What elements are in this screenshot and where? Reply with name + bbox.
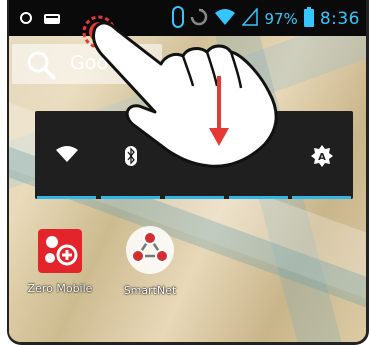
auto-brightness-icon: A: [310, 145, 333, 171]
hand-pointer-icon: [91, 21, 278, 168]
app-label: SmartNet: [123, 284, 177, 297]
svg-text:A: A: [318, 152, 326, 163]
app-label: Zero Mobile: [27, 282, 93, 295]
message-icon: [43, 10, 61, 29]
app-smartnet[interactable]: SmartNet: [111, 224, 189, 297]
smartnet-icon: [124, 226, 176, 280]
qs-tile-indicator: [37, 196, 96, 199]
status-clock: 8:36: [319, 9, 360, 29]
notification-circle-icon: [19, 10, 33, 29]
zero-mobile-icon: [37, 229, 83, 278]
search-icon: [26, 50, 56, 84]
battery-icon: [303, 7, 314, 31]
qs-tile-indicator: [292, 196, 351, 199]
qs-tile-indicator: [229, 196, 288, 199]
phone-frame: 97% 8:36 Goo A Zero Mobile SmartNet: [7, 0, 369, 345]
qs-tile-indicator: [165, 196, 224, 199]
qs-tile-indicator: [101, 196, 160, 199]
swipe-gesture-illustration: [82, 15, 278, 168]
app-zero-mobile[interactable]: Zero Mobile: [21, 228, 99, 295]
qs-tile-auto-brightness[interactable]: A: [290, 111, 353, 199]
